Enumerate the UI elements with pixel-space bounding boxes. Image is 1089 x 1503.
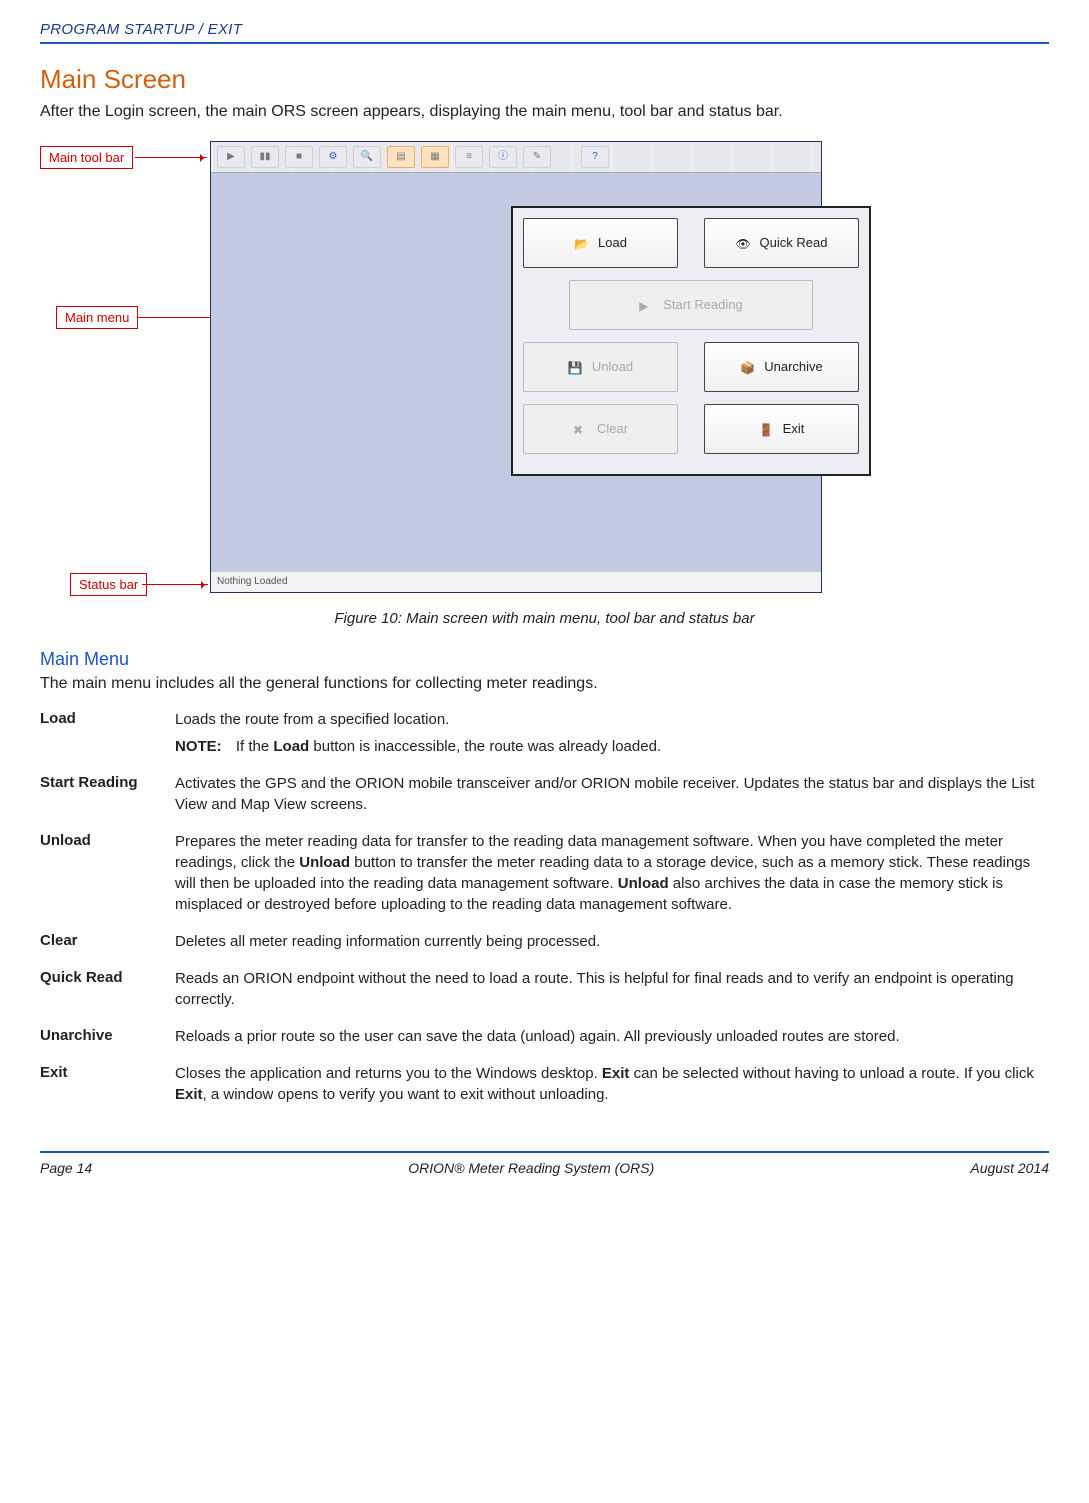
figure-caption: Figure 10: Main screen with main menu, t… [40, 609, 1049, 629]
table-row: Start Reading Activates the GPS and the … [40, 773, 1049, 831]
settings-icon[interactable]: ⚙ [319, 146, 347, 168]
table-row: Load Loads the route from a specified lo… [40, 709, 1049, 773]
exit-button[interactable]: 🚪 Exit [704, 404, 859, 454]
play-icon: ▶ [639, 298, 657, 312]
note-label: NOTE: [175, 738, 222, 755]
eye-icon: 👁 [736, 236, 754, 250]
table-row: Unarchive Reloads a prior route so the u… [40, 1026, 1049, 1063]
page-footer: Page 14 ORION® Meter Reading System (ORS… [40, 1151, 1049, 1178]
term: Start Reading [40, 773, 175, 831]
desc: Activates the GPS and the ORION mobile t… [175, 773, 1049, 831]
table-row: Quick Read Reads an ORION endpoint witho… [40, 968, 1049, 1026]
callout-toolbar: Main tool bar [40, 146, 133, 170]
term: Unload [40, 831, 175, 931]
view2-icon[interactable]: ▦ [421, 146, 449, 168]
page-number: Page 14 [40, 1159, 92, 1178]
term: Unarchive [40, 1026, 175, 1063]
definitions-table: Load Loads the route from a specified lo… [40, 709, 1049, 1121]
footer-title: ORION® Meter Reading System (ORS) [408, 1159, 654, 1178]
status-bar: Nothing Loaded [211, 571, 821, 592]
desc: Deletes all meter reading information cu… [175, 931, 1049, 968]
toolbar: ▶ ▮▮ ■ ⚙ 🔍 ▤ ▦ ≡ ⓘ ✎ ? [211, 142, 821, 173]
button-label: Exit [783, 420, 805, 438]
folder-icon: 📂 [574, 236, 592, 250]
start-reading-button: ▶ Start Reading [569, 280, 813, 330]
arrow-icon [142, 584, 208, 585]
term: Clear [40, 931, 175, 968]
term: Exit [40, 1063, 175, 1121]
desc: Reads an ORION endpoint without the need… [175, 968, 1049, 1026]
desc: Loads the route from a specified locatio… [175, 709, 1049, 773]
search-icon[interactable]: 🔍 [353, 146, 381, 168]
page-header: PROGRAM STARTUP / EXIT [40, 20, 1049, 44]
subheading: Main Menu [40, 647, 1049, 671]
list-icon[interactable]: ≡ [455, 146, 483, 168]
table-row: Exit Closes the application and returns … [40, 1063, 1049, 1121]
clear-icon: ✖ [573, 422, 591, 436]
button-label: Unarchive [764, 358, 823, 376]
unload-button: 💾 Unload [523, 342, 678, 392]
callout-status: Status bar [70, 573, 147, 597]
desc: Prepares the meter reading data for tran… [175, 831, 1049, 931]
clear-button: ✖ Clear [523, 404, 678, 454]
doc-icon[interactable]: ✎ [523, 146, 551, 168]
load-button[interactable]: 📂 Load [523, 218, 678, 268]
callout-menu: Main menu [56, 306, 138, 330]
archive-icon: 📦 [740, 360, 758, 374]
main-menu-panel: 📂 Load 👁 Quick Read ▶ Start Reading 💾 Un… [511, 206, 871, 476]
button-label: Unload [592, 358, 633, 376]
help-icon[interactable]: ? [581, 146, 609, 168]
stop-icon[interactable]: ■ [285, 146, 313, 168]
button-label: Quick Read [760, 234, 828, 252]
table-row: Unload Prepares the meter reading data f… [40, 831, 1049, 931]
desc: Reloads a prior route so the user can sa… [175, 1026, 1049, 1063]
desc: Closes the application and returns you t… [175, 1063, 1049, 1121]
button-label: Start Reading [663, 296, 743, 314]
pause-icon[interactable]: ▮▮ [251, 146, 279, 168]
figure-container: Main tool bar Main menu Status bar ▶ ▮▮ … [40, 141, 1049, 601]
subintro: The main menu includes all the general f… [40, 673, 1049, 695]
intro-text: After the Login screen, the main ORS scr… [40, 101, 1049, 123]
info-icon[interactable]: ⓘ [489, 146, 517, 168]
quickread-button[interactable]: 👁 Quick Read [704, 218, 859, 268]
footer-date: August 2014 [970, 1159, 1049, 1178]
term: Quick Read [40, 968, 175, 1026]
exit-icon: 🚪 [759, 422, 777, 436]
play-icon[interactable]: ▶ [217, 146, 245, 168]
save-icon: 💾 [568, 360, 586, 374]
view1-icon[interactable]: ▤ [387, 146, 415, 168]
button-label: Clear [597, 420, 628, 438]
unarchive-button[interactable]: 📦 Unarchive [704, 342, 859, 392]
button-label: Load [598, 234, 627, 252]
table-row: Clear Deletes all meter reading informat… [40, 931, 1049, 968]
screenshot: ▶ ▮▮ ■ ⚙ 🔍 ▤ ▦ ≡ ⓘ ✎ ? 📂 Load 👁 [210, 141, 822, 593]
section-title: Main Screen [40, 62, 1049, 97]
arrow-icon [135, 157, 207, 158]
term: Load [40, 709, 175, 773]
